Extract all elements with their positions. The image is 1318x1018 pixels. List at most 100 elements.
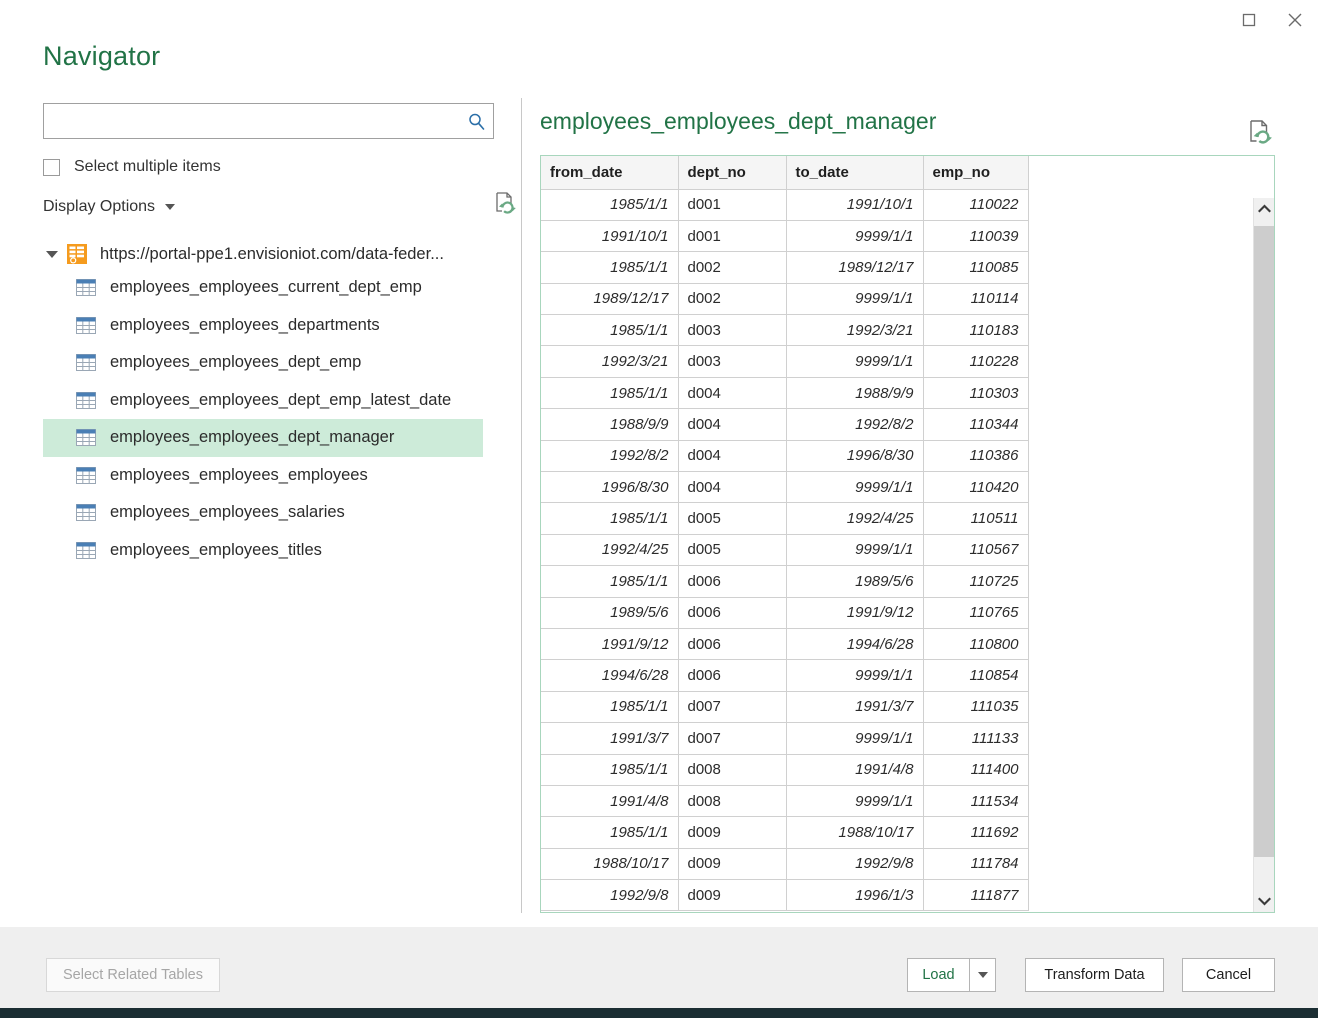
table-row[interactable]: 1985/1/1 d009 1988/10/17 111692 [541, 816, 1029, 849]
column-header-dept-no[interactable]: dept_no [678, 156, 787, 190]
load-button[interactable]: Load [907, 958, 969, 992]
select-multiple-items-checkbox[interactable] [43, 158, 60, 176]
table-row[interactable]: 1992/9/8 d009 1996/1/3 111877 [541, 879, 1029, 912]
tree-item-5[interactable]: employees_employees_employees [43, 457, 483, 495]
table-row[interactable]: 1985/1/1 d003 1992/3/21 110183 [541, 314, 1029, 347]
cell-from-date: 1991/4/8 [541, 785, 679, 818]
cell-dept-no: d001 [678, 220, 787, 253]
refresh-icon[interactable] [492, 190, 518, 216]
cell-emp-no: 110511 [923, 502, 1029, 535]
table-row[interactable]: 1989/12/17 d002 9999/1/1 110114 [541, 283, 1029, 316]
table-row[interactable]: 1985/1/1 d004 1988/9/9 110303 [541, 377, 1029, 410]
cell-to-date: 9999/1/1 [786, 283, 924, 316]
chevron-down-icon[interactable] [165, 204, 176, 210]
cell-from-date: 1988/10/17 [541, 848, 679, 881]
maximize-button[interactable] [1226, 3, 1272, 37]
select-multiple-items-row[interactable]: Select multiple items [43, 156, 498, 178]
transform-data-button[interactable]: Transform Data [1025, 958, 1164, 992]
tree-item-4[interactable]: employees_employees_dept_manager [43, 419, 483, 457]
cell-emp-no: 111035 [923, 691, 1029, 724]
cell-from-date: 1992/3/21 [541, 345, 679, 378]
table-row[interactable]: 1985/1/1 d006 1989/5/6 110725 [541, 565, 1029, 598]
load-dropdown-button[interactable] [969, 958, 996, 992]
load-button-label: Load [922, 967, 955, 983]
table-row[interactable]: 1991/3/7 d007 9999/1/1 111133 [541, 722, 1029, 755]
table-icon [76, 504, 96, 522]
table-row[interactable]: 1996/8/30 d004 9999/1/1 110420 [541, 471, 1029, 504]
tree-item-label: employees_employees_current_dept_emp [110, 278, 422, 297]
search-icon[interactable] [459, 104, 493, 138]
tree-item-label: employees_employees_dept_emp_latest_date [110, 390, 452, 409]
cell-dept-no: d008 [678, 785, 787, 818]
cell-emp-no: 111534 [923, 785, 1029, 818]
cell-to-date: 1992/3/21 [786, 314, 924, 347]
cell-to-date: 1991/4/8 [786, 754, 924, 786]
cell-dept-no: d004 [678, 471, 787, 504]
tree-root-node[interactable]: https://portal-ppe1.envisioniot.com/data… [43, 239, 498, 269]
cell-from-date: 1985/1/1 [541, 314, 679, 347]
cell-emp-no: 110085 [923, 251, 1029, 284]
table-row[interactable]: 1985/1/1 d007 1991/3/7 111035 [541, 691, 1029, 724]
column-header-to-date[interactable]: to_date [786, 156, 924, 190]
close-button[interactable] [1272, 3, 1318, 37]
chevron-up-icon [1258, 204, 1271, 213]
preview-vertical-scrollbar[interactable] [1253, 198, 1274, 912]
table-row[interactable]: 1988/10/17 d009 1992/9/8 111784 [541, 848, 1029, 881]
table-row[interactable]: 1991/4/8 d008 9999/1/1 111534 [541, 785, 1029, 818]
table-row[interactable]: 1985/1/1 d005 1992/4/25 110511 [541, 502, 1029, 535]
cell-emp-no: 110567 [923, 534, 1029, 567]
cell-emp-no: 110114 [923, 283, 1029, 316]
refresh-preview-icon[interactable] [1246, 118, 1274, 146]
table-row[interactable]: 1994/6/28 d006 9999/1/1 110854 [541, 659, 1029, 692]
cancel-button[interactable]: Cancel [1182, 958, 1275, 992]
cell-dept-no: d005 [678, 534, 787, 567]
dialog-footer: Select Related Tables Load Transform Dat… [0, 927, 1318, 1008]
tree-item-3[interactable]: employees_employees_dept_emp_latest_date [43, 382, 483, 420]
tree-item-2[interactable]: employees_employees_dept_emp [43, 344, 483, 382]
cell-dept-no: d006 [678, 565, 787, 598]
cell-from-date: 1994/6/28 [541, 659, 679, 692]
table-row[interactable]: 1991/9/12 d006 1994/6/28 110800 [541, 628, 1029, 661]
bottom-strip [0, 1008, 1318, 1018]
cell-dept-no: d002 [678, 283, 787, 316]
table-row[interactable]: 1985/1/1 d008 1991/4/8 111400 [541, 754, 1029, 786]
cell-dept-no: d009 [678, 816, 787, 849]
select-related-tables-button[interactable]: Select Related Tables [46, 958, 220, 992]
search-box[interactable] [43, 103, 494, 139]
table-row[interactable]: 1985/1/1 d002 1989/12/17 110085 [541, 251, 1029, 284]
cell-from-date: 1996/8/30 [541, 471, 679, 504]
table-row[interactable]: 1992/3/21 d003 9999/1/1 110228 [541, 345, 1029, 378]
table-icon [76, 541, 96, 559]
cell-emp-no: 110420 [923, 471, 1029, 504]
cell-to-date: 1996/8/30 [786, 440, 924, 473]
search-input[interactable] [50, 105, 459, 137]
cell-to-date: 1991/10/1 [786, 189, 924, 221]
display-options-row[interactable]: Display Options [43, 192, 516, 220]
table-row[interactable]: 1991/10/1 d001 9999/1/1 110039 [541, 220, 1029, 253]
cell-from-date: 1985/1/1 [541, 816, 679, 849]
cell-dept-no: d004 [678, 408, 787, 441]
table-row[interactable]: 1992/8/2 d004 1996/8/30 110386 [541, 440, 1029, 473]
table-row[interactable]: 1988/9/9 d004 1992/8/2 110344 [541, 408, 1029, 441]
tree-item-6[interactable]: employees_employees_salaries [43, 494, 483, 532]
tree-item-0[interactable]: employees_employees_current_dept_emp [43, 269, 483, 307]
table-row[interactable]: 1985/1/1 d001 1991/10/1 110022 [541, 189, 1029, 221]
scroll-down-button[interactable] [1254, 891, 1274, 912]
tree-item-1[interactable]: employees_employees_departments [43, 307, 483, 345]
column-header-from-date[interactable]: from_date [541, 156, 679, 190]
cell-to-date: 1988/10/17 [786, 816, 924, 849]
cell-emp-no: 111784 [923, 848, 1029, 881]
tree-item-7[interactable]: employees_employees_titles [43, 532, 483, 570]
cell-from-date: 1985/1/1 [541, 189, 679, 221]
table-row[interactable]: 1992/4/25 d005 9999/1/1 110567 [541, 534, 1029, 567]
triangle-expanded-icon[interactable] [44, 239, 60, 269]
scroll-up-button[interactable] [1254, 198, 1274, 219]
column-header-emp-no[interactable]: emp_no [923, 156, 1029, 190]
cell-dept-no: d006 [678, 659, 787, 692]
table-row[interactable]: 1989/5/6 d006 1991/9/12 110765 [541, 597, 1029, 629]
table-header-row: from_date dept_no to_date emp_no [541, 156, 1029, 190]
cell-dept-no: d009 [678, 879, 787, 912]
cell-dept-no: d001 [678, 189, 787, 221]
scroll-thumb[interactable] [1254, 226, 1274, 857]
window-controls [1198, 0, 1318, 40]
